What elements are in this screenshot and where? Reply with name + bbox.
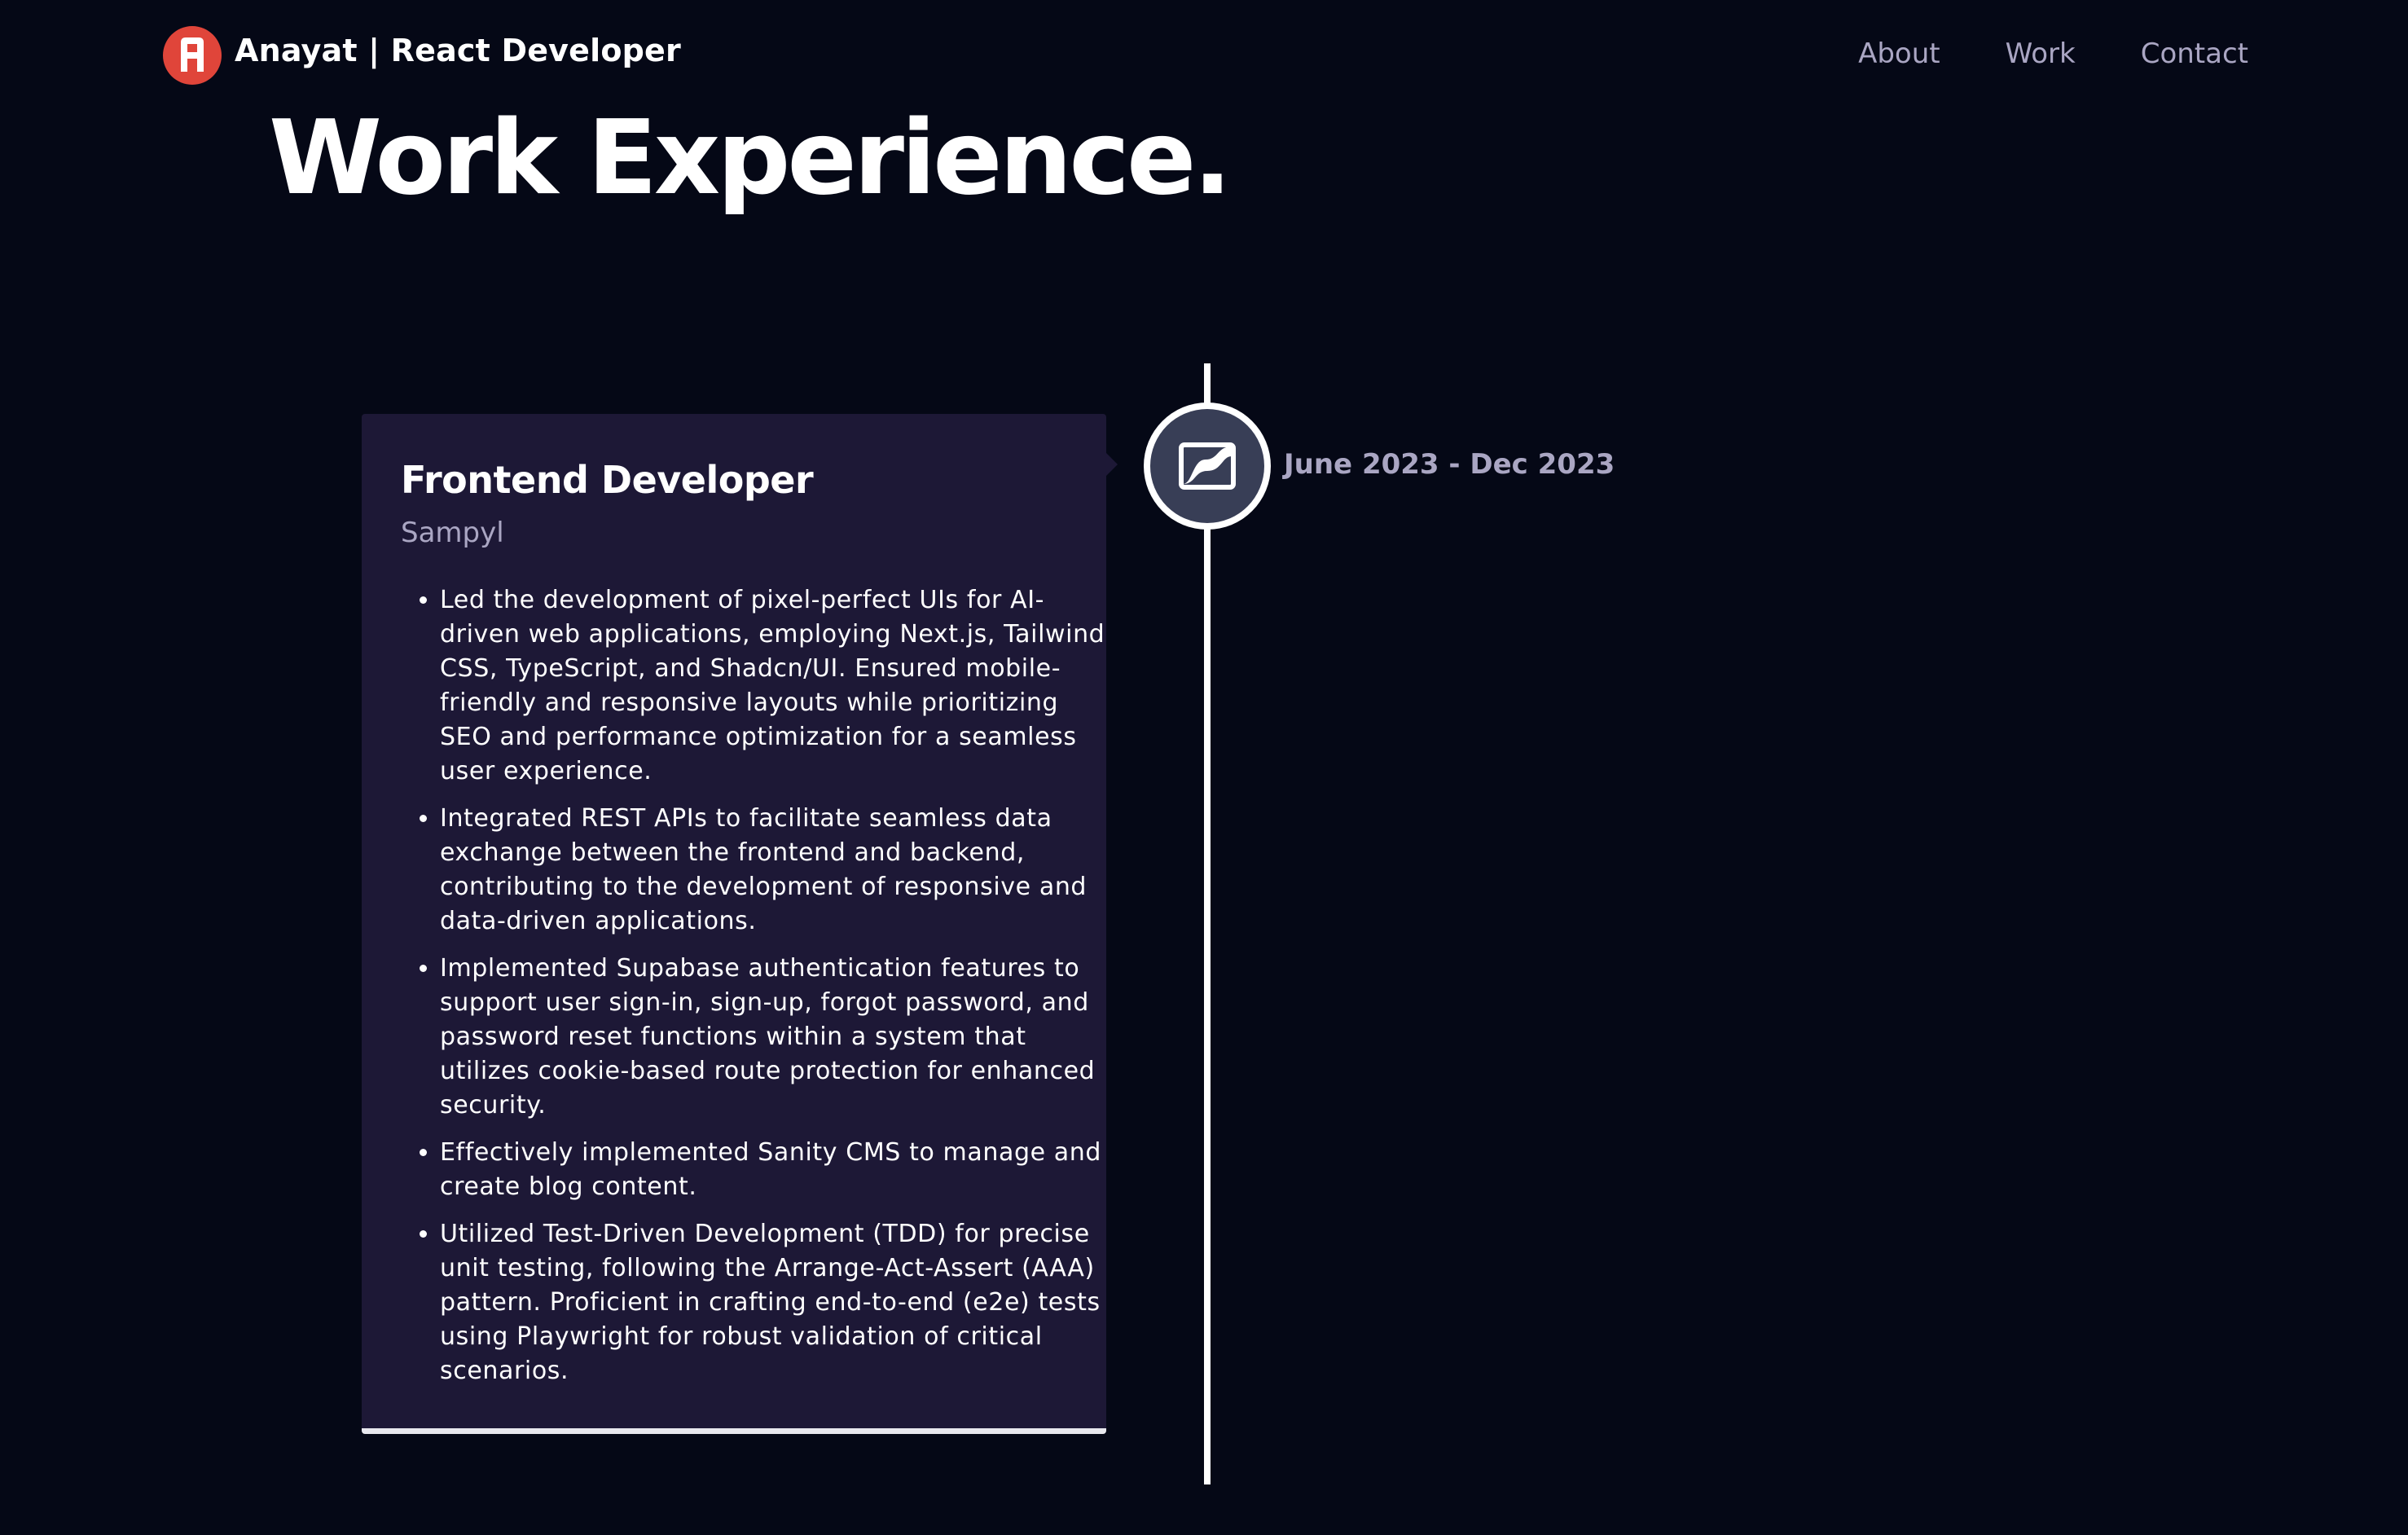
card-arrow	[1105, 451, 1118, 477]
experience-date: June 2023 - Dec 2023	[1284, 448, 1615, 481]
company-logo-icon	[1150, 409, 1264, 523]
timeline-line	[1204, 363, 1211, 1484]
list-item: Effectively implemented Sanity CMS to ma…	[440, 1136, 1116, 1204]
nav-link-work[interactable]: Work	[2006, 37, 2076, 70]
nav-link-contact[interactable]: Contact	[2141, 37, 2248, 70]
list-item: Implemented Supabase authentication feat…	[440, 952, 1116, 1123]
company-name: Sampyl	[401, 517, 504, 549]
page-title: Work Experience.	[269, 98, 1232, 218]
job-title: Frontend Developer	[401, 458, 814, 502]
logo-icon[interactable]	[163, 26, 222, 85]
nav-links: About Work Contact	[1793, 37, 2248, 70]
experience-points: Led the development of pixel-perfect UIs…	[401, 583, 1116, 1401]
list-item: Utilized Test-Driven Development (TDD) f…	[440, 1217, 1116, 1388]
list-item: Led the development of pixel-perfect UIs…	[440, 583, 1116, 789]
brand-name[interactable]: Anayat | React Developer	[235, 33, 681, 68]
list-item: Integrated REST APIs to facilitate seaml…	[440, 802, 1116, 939]
nav-link-about[interactable]: About	[1858, 37, 1940, 70]
experience-card: Frontend Developer Sampyl Led the develo…	[362, 414, 1106, 1434]
